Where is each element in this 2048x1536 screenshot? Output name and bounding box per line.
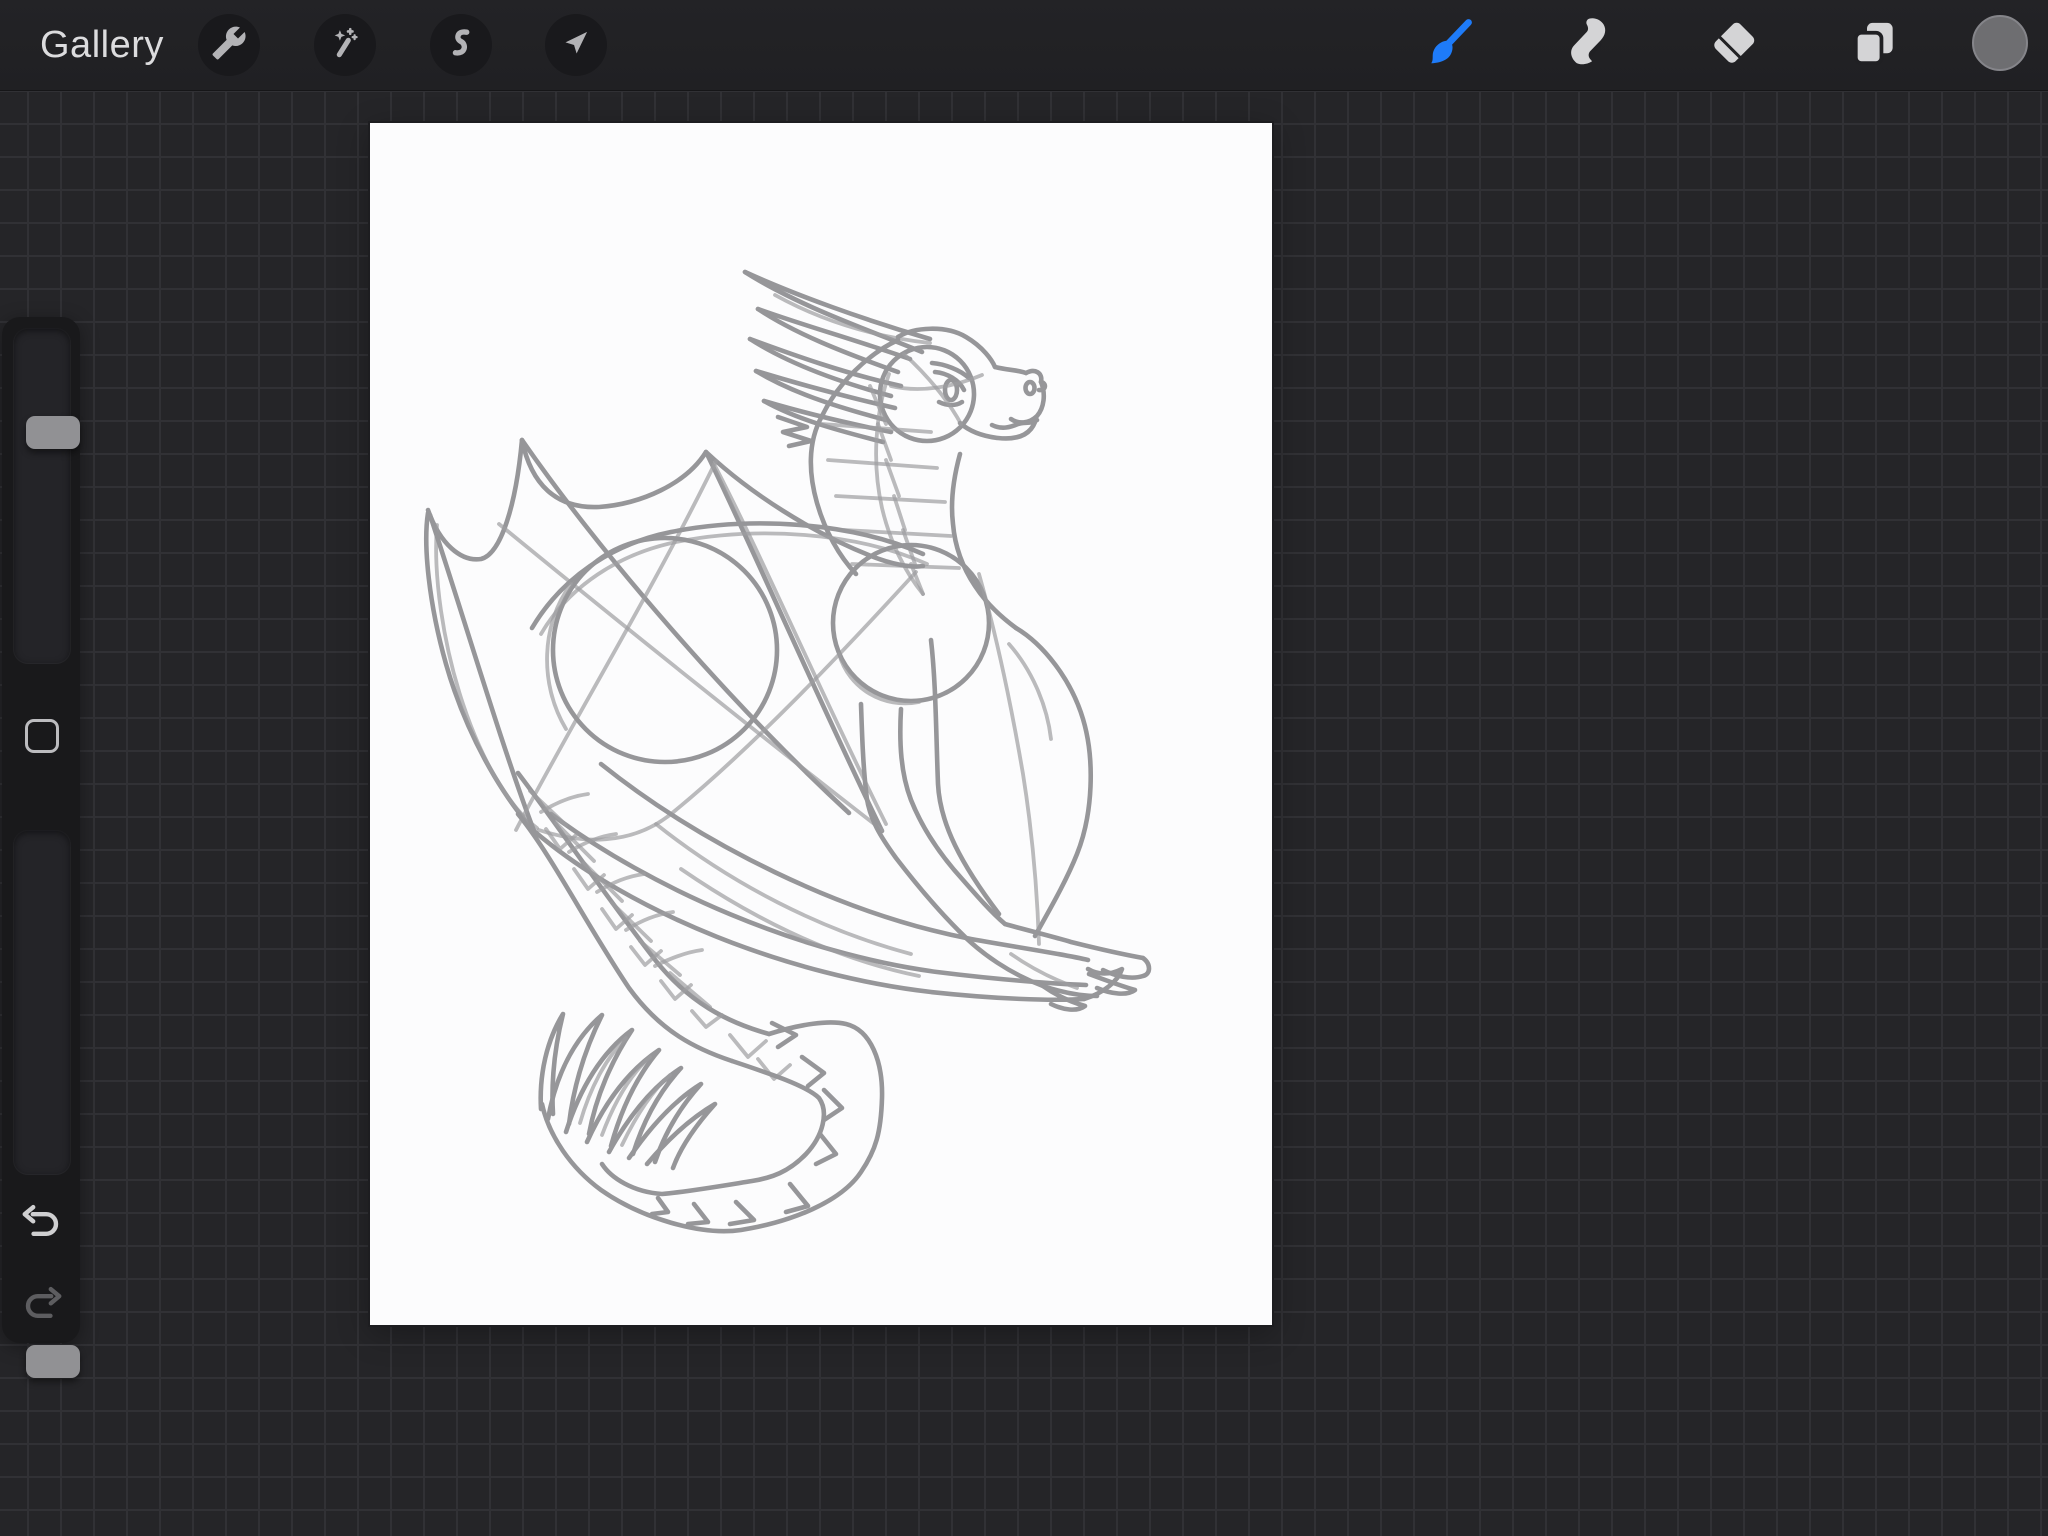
smudge-finger-icon: [1562, 15, 1618, 76]
layers-button[interactable]: [1842, 13, 1906, 77]
gallery-button[interactable]: Gallery: [40, 0, 164, 90]
paint-brush-icon: [1420, 15, 1476, 76]
top-toolbar: Gallery: [0, 0, 2048, 91]
undo-arrow-icon: [19, 1201, 65, 1252]
actions-button[interactable]: [198, 14, 260, 76]
brush-opacity-slider[interactable]: [13, 830, 80, 1378]
eraser-icon: [1706, 15, 1762, 76]
redo-arrow-icon: [19, 1283, 65, 1334]
paint-tool-button[interactable]: [1416, 13, 1480, 77]
brush-opacity-handle[interactable]: [26, 1345, 80, 1378]
gallery-label: Gallery: [40, 23, 164, 66]
erase-tool-button[interactable]: [1702, 13, 1766, 77]
transform-arrow-icon: [558, 25, 594, 66]
layers-icon: [1846, 15, 1902, 76]
magic-wand-icon: [327, 25, 363, 66]
brush-size-slider[interactable]: [13, 328, 80, 664]
procreate-window: Gallery: [0, 0, 2048, 1536]
adjustments-button[interactable]: [314, 14, 376, 76]
brush-size-handle[interactable]: [26, 416, 80, 449]
smudge-tool-button[interactable]: [1558, 13, 1622, 77]
selection-button[interactable]: [430, 14, 492, 76]
drawing-canvas[interactable]: [368, 121, 1274, 1327]
selection-s-icon: [443, 25, 479, 66]
wrench-icon: [211, 25, 247, 66]
transform-button[interactable]: [545, 14, 607, 76]
color-swatch-circle[interactable]: [1972, 15, 2028, 71]
redo-button[interactable]: [19, 1285, 65, 1331]
modify-button[interactable]: [25, 719, 59, 753]
brush-sidebar: [2, 317, 80, 1378]
undo-button[interactable]: [19, 1203, 65, 1249]
dragon-sketch: [423, 269, 1152, 1234]
